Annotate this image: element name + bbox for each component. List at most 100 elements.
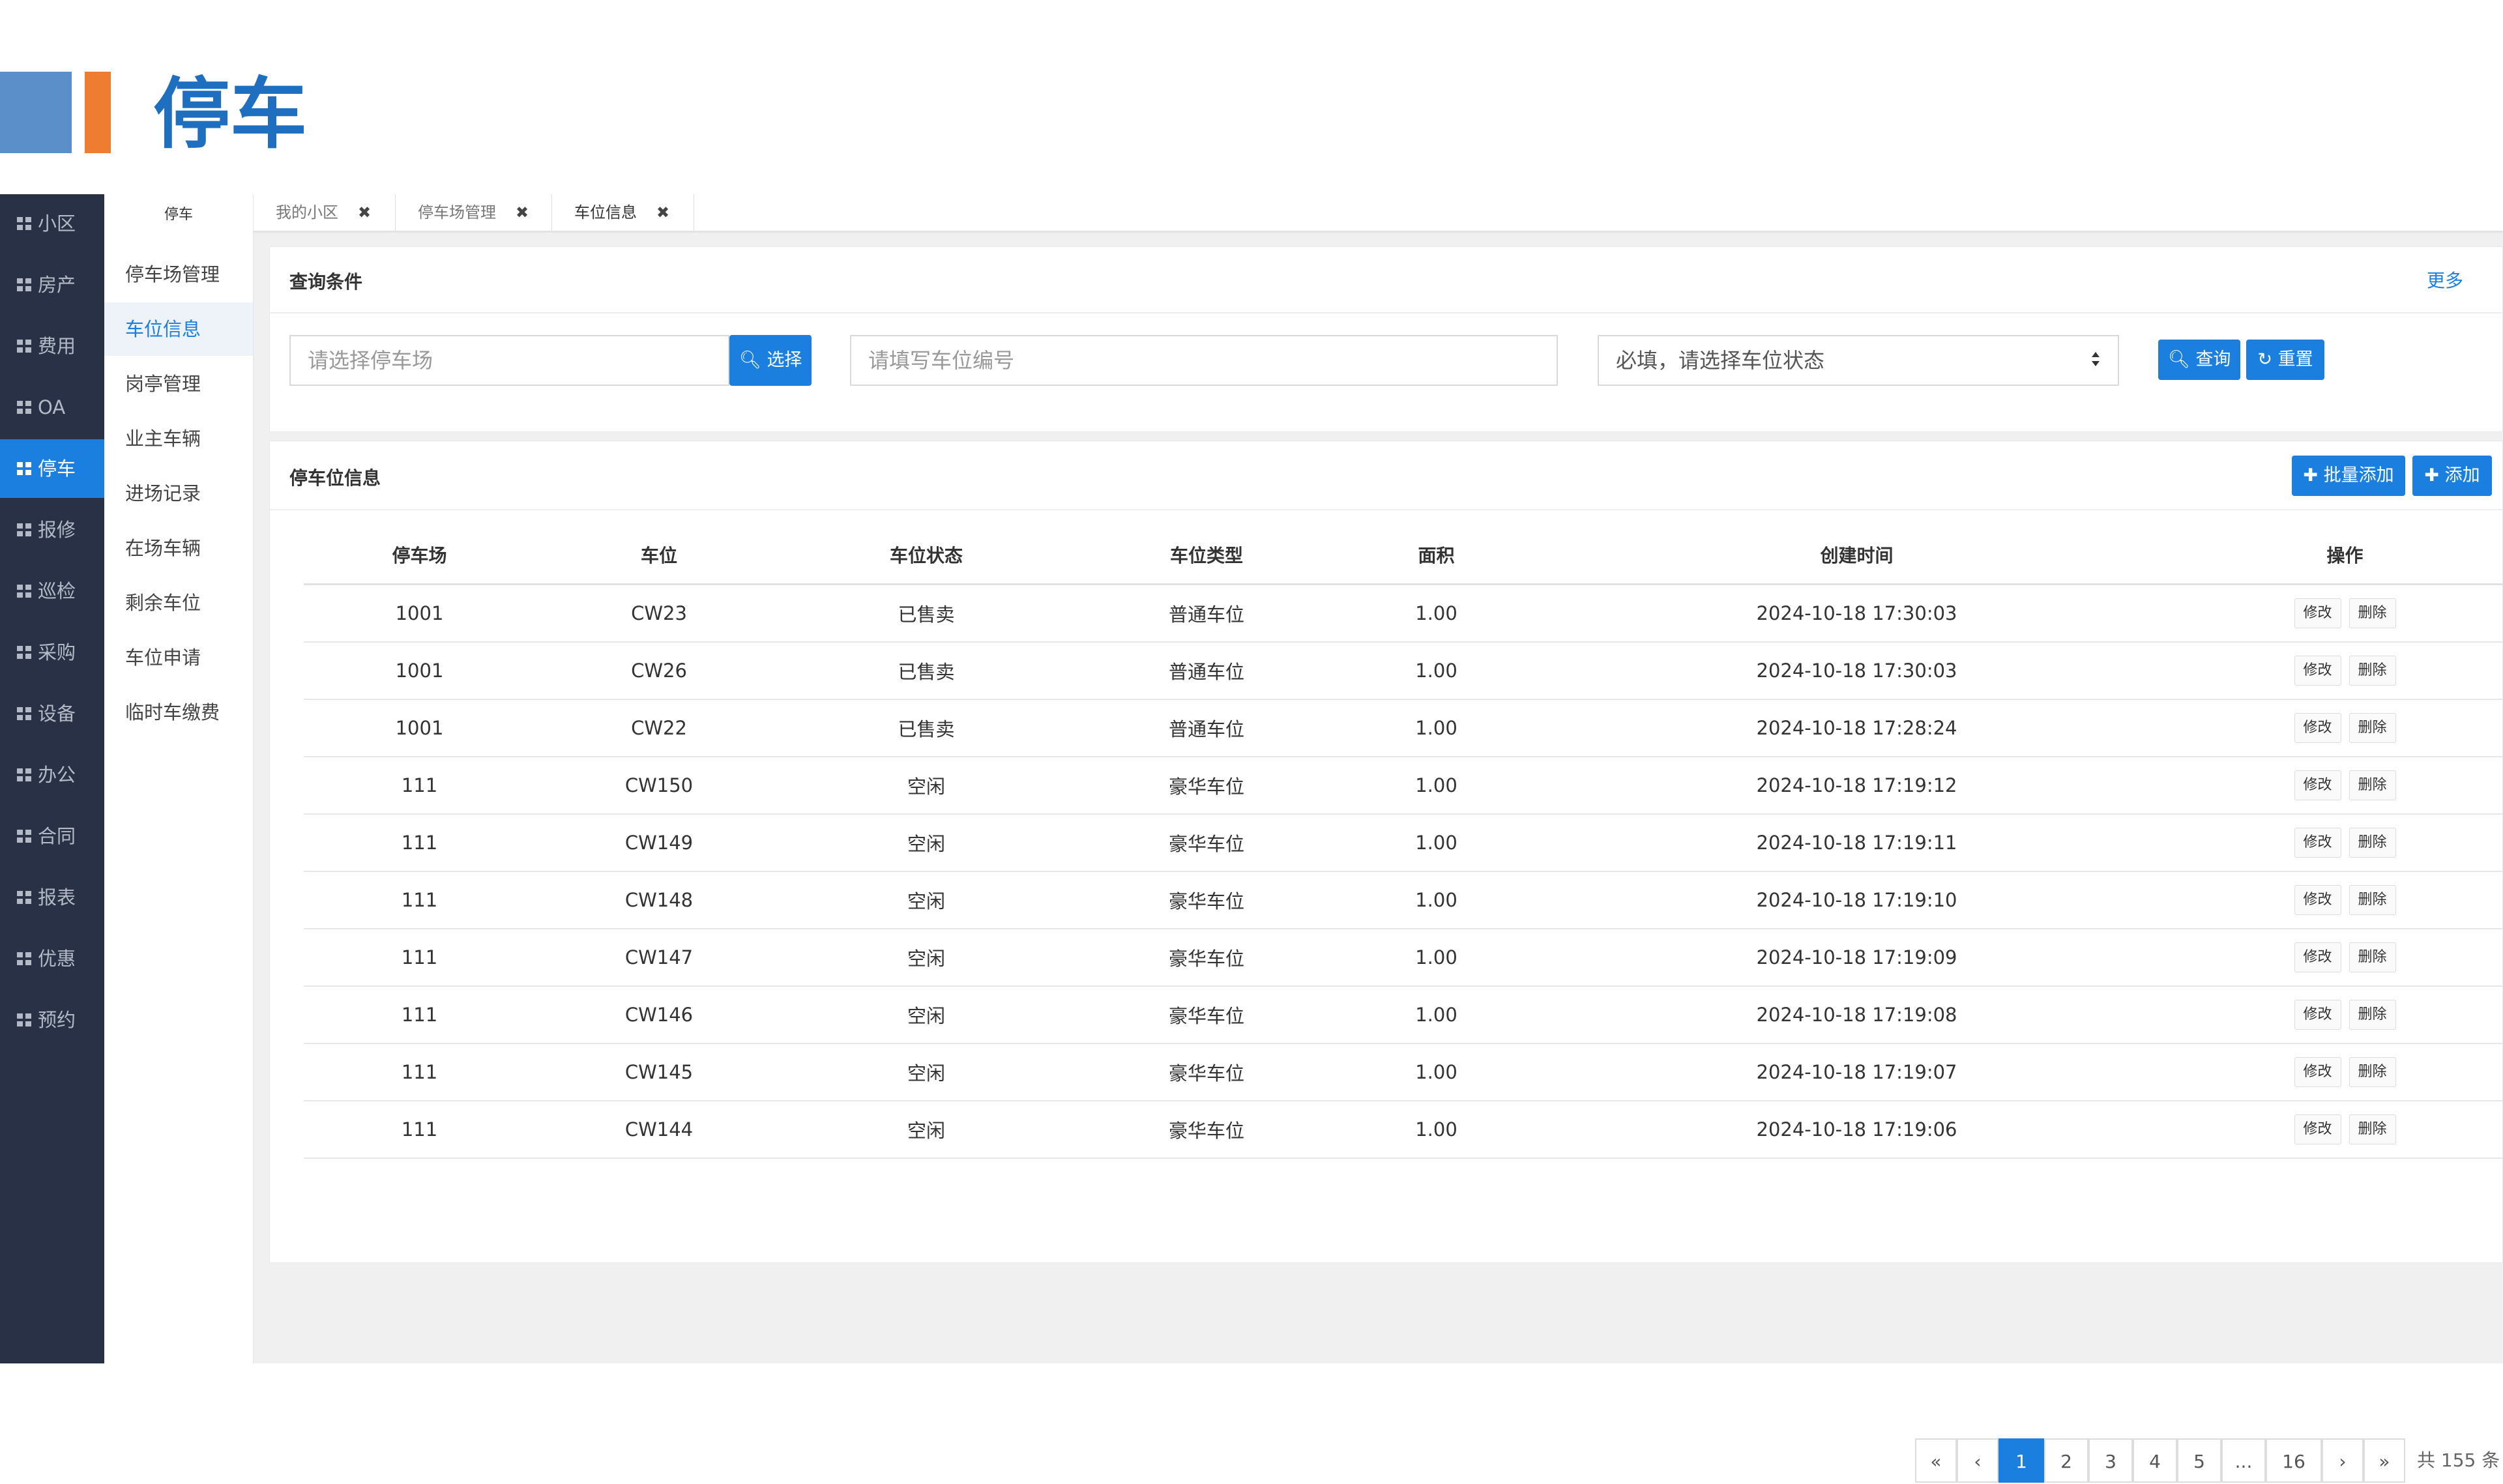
edit-button[interactable]: 修改: [2294, 656, 2341, 686]
nav-item-fees[interactable]: 费用: [0, 317, 104, 375]
delete-button[interactable]: 删除: [2349, 598, 2396, 628]
plus-icon: ✚: [2303, 465, 2319, 486]
refresh-icon: ↻: [2257, 349, 2273, 370]
edit-button[interactable]: 修改: [2294, 598, 2341, 628]
divider: [270, 509, 2502, 510]
grid-icon: [17, 585, 31, 598]
table-row: 111 CW146 空闲 豪华车位 1.00 2024-10-18 17:19:08 修改删…: [304, 986, 2503, 1044]
tab-my-community[interactable]: 我的小区 ✖: [254, 194, 396, 231]
edit-button[interactable]: 修改: [2294, 885, 2341, 915]
slide-title: 停车: [153, 69, 308, 159]
delete-button[interactable]: 删除: [2349, 828, 2396, 858]
edit-button[interactable]: 修改: [2294, 828, 2341, 858]
page-button-4[interactable]: 4: [2133, 1438, 2177, 1483]
close-icon[interactable]: ✖: [516, 194, 529, 231]
total-count: 共 155 条: [2417, 1449, 2500, 1471]
subnav-item-remaining-spaces[interactable]: 剩余车位: [104, 576, 253, 630]
nav-item-oa[interactable]: OA: [0, 378, 104, 437]
table-cell: 1001: [304, 584, 535, 643]
nav-item-parking[interactable]: 停车: [0, 439, 104, 498]
subnav-item-space-info[interactable]: 车位信息: [104, 302, 253, 356]
table-row: 111 CW144 空闲 豪华车位 1.00 2024-10-18 17:19:06 修改删…: [304, 1101, 2503, 1159]
nav-item-discount[interactable]: 优惠: [0, 929, 104, 988]
search-button[interactable]: 🔍︎ 查询: [2158, 340, 2240, 380]
add-button[interactable]: ✚ 添加: [2412, 456, 2492, 496]
nav-item-booking[interactable]: 预约: [0, 991, 104, 1049]
table-cell: 豪华车位: [1070, 1101, 1343, 1159]
edit-button[interactable]: 修改: [2294, 713, 2341, 743]
table-cell: 普通车位: [1070, 642, 1343, 700]
subnav-item-vehicles-onsite[interactable]: 在场车辆: [104, 521, 253, 575]
edit-button[interactable]: 修改: [2294, 942, 2341, 972]
nav-item-report[interactable]: 报表: [0, 868, 104, 927]
reset-button[interactable]: ↻ 重置: [2246, 340, 2324, 380]
next-page-button[interactable]: ›: [2322, 1438, 2364, 1483]
select-arrows-icon: [2092, 347, 2100, 373]
nav-item-property[interactable]: 房产: [0, 255, 104, 314]
search-icon: 🔍︎: [2167, 349, 2190, 370]
nav-item-community[interactable]: 小区: [0, 194, 104, 253]
page-button-2[interactable]: 2: [2044, 1438, 2088, 1483]
close-icon[interactable]: ✖: [358, 194, 371, 231]
table-cell: 2024-10-18 17:19:09: [1529, 929, 2184, 987]
table-row: 111 CW147 空闲 豪华车位 1.00 2024-10-18 17:19:09 修改删…: [304, 929, 2503, 987]
subnav-item-owner-vehicles[interactable]: 业主车辆: [104, 412, 253, 465]
table-cell: CW26: [535, 642, 783, 700]
delete-button[interactable]: 删除: [2349, 885, 2396, 915]
edit-button[interactable]: 修改: [2294, 1000, 2341, 1030]
table-cell: 空闲: [783, 929, 1070, 987]
first-page-button[interactable]: «: [1915, 1438, 1957, 1483]
delete-button[interactable]: 删除: [2349, 1000, 2396, 1030]
delete-button[interactable]: 删除: [2349, 713, 2396, 743]
nav-item-equipment[interactable]: 设备: [0, 684, 104, 743]
table-cell: 豪华车位: [1070, 757, 1343, 815]
nav-item-contract[interactable]: 合同: [0, 807, 104, 866]
page-button-16[interactable]: 16: [2266, 1438, 2322, 1483]
close-icon[interactable]: ✖: [656, 194, 669, 231]
table-cell: 2024-10-18 17:19:12: [1529, 757, 2184, 815]
table-cell: 2024-10-18 17:30:03: [1529, 642, 2184, 700]
prev-page-button[interactable]: ‹: [1957, 1438, 1998, 1483]
page-button-5[interactable]: 5: [2177, 1438, 2221, 1483]
actions-cell: 修改 删除: [2184, 642, 2503, 700]
subnav-item-lot-management[interactable]: 停车场管理: [104, 248, 253, 301]
tab-space-info[interactable]: 车位信息 ✖: [552, 194, 694, 231]
grid-icon: [17, 217, 31, 230]
edit-button[interactable]: 修改: [2294, 770, 2341, 800]
table-cell: CW147: [535, 929, 783, 987]
more-link[interactable]: 更多: [2427, 267, 2463, 293]
last-page-button[interactable]: »: [2364, 1438, 2405, 1483]
nav-item-inspection[interactable]: 巡检: [0, 562, 104, 620]
actions-cell: 修改 删除: [2184, 1101, 2503, 1159]
page-button-1[interactable]: 1: [1998, 1438, 2044, 1483]
table-cell: 111: [304, 986, 535, 1044]
subnav-item-entry-records[interactable]: 进场记录: [104, 467, 253, 520]
delete-button[interactable]: 删除: [2349, 1114, 2396, 1144]
subnav-item-booth-management[interactable]: 岗亭管理: [104, 357, 253, 411]
subnav-item-space-application[interactable]: 车位申请: [104, 631, 253, 684]
delete-button[interactable]: 删除: [2349, 656, 2396, 686]
divider: [270, 312, 2502, 313]
parking-lot-input[interactable]: 请选择停车场: [289, 335, 729, 386]
column-header: 车位: [535, 526, 783, 585]
nav-item-purchase[interactable]: 采购: [0, 623, 104, 682]
table-cell: 1.00: [1343, 699, 1529, 757]
table-cell: 已售卖: [783, 642, 1070, 700]
delete-button[interactable]: 删除: [2349, 770, 2396, 800]
nav-item-repair[interactable]: 报修: [0, 501, 104, 559]
choose-lot-button[interactable]: 🔍︎ 选择: [729, 335, 812, 386]
space-status-select[interactable]: 必填，请选择车位状态: [1598, 335, 2119, 386]
subnav-item-temp-payment[interactable]: 临时车缴费: [104, 686, 253, 739]
delete-button[interactable]: 删除: [2349, 1057, 2396, 1087]
edit-button[interactable]: 修改: [2294, 1057, 2341, 1087]
table-cell: CW144: [535, 1101, 783, 1159]
nav-item-office[interactable]: 办公: [0, 746, 104, 804]
delete-button[interactable]: 删除: [2349, 942, 2396, 972]
table-body: 1001 CW23 已售卖 普通车位 1.00 2024-10-18 17:30:03 修改…: [304, 584, 2503, 1159]
tab-lot-management[interactable]: 停车场管理 ✖: [396, 194, 552, 231]
space-number-input[interactable]: 请填写车位编号: [850, 335, 1558, 386]
page-button-3[interactable]: 3: [2088, 1438, 2133, 1483]
table-cell: 2024-10-18 17:30:03: [1529, 584, 2184, 643]
batch-add-button[interactable]: ✚ 批量添加: [2292, 456, 2405, 496]
edit-button[interactable]: 修改: [2294, 1114, 2341, 1144]
